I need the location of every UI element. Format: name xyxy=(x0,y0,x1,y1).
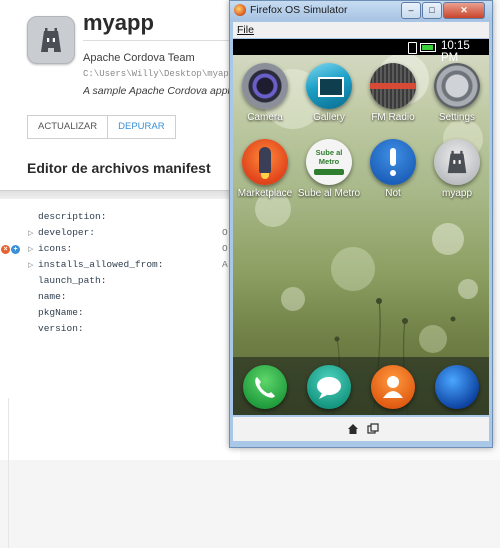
app-icon xyxy=(27,16,75,64)
add-property-icon[interactable]: + xyxy=(11,245,20,254)
app-label: FM Radio xyxy=(371,112,415,123)
contacts-icon[interactable] xyxy=(371,365,415,409)
manifest-row[interactable]: name: xyxy=(28,290,67,304)
app-gallery[interactable]: Gallery xyxy=(297,63,361,123)
window-title: Firefox OS Simulator xyxy=(250,4,348,16)
app-fm-radio[interactable]: FM Radio xyxy=(361,63,425,123)
close-button[interactable]: ✕ xyxy=(443,2,485,19)
expand-arrow-icon[interactable]: ▷ xyxy=(28,227,38,241)
cards-view-icon[interactable] xyxy=(367,423,379,435)
metro-icon: Sube al Metro xyxy=(306,139,352,185)
row-actions: × + xyxy=(1,245,20,254)
remove-property-icon[interactable]: × xyxy=(1,245,10,254)
app-marketplace[interactable]: Marketplace xyxy=(233,139,297,199)
manifest-row[interactable]: ▷ icons: O xyxy=(28,242,228,257)
gear-icon xyxy=(434,63,480,109)
manifest-key: description: xyxy=(38,211,107,222)
manifest-row[interactable]: launch_path: xyxy=(28,274,106,288)
maximize-button[interactable]: □ xyxy=(422,2,442,19)
signal-icon xyxy=(408,42,417,54)
phone-icon[interactable] xyxy=(243,365,287,409)
expand-arrow-icon[interactable]: ▷ xyxy=(28,243,38,257)
dock xyxy=(233,357,489,415)
editor-gutter xyxy=(0,398,9,548)
manifest-row[interactable]: description: xyxy=(28,210,106,224)
exclamation-icon xyxy=(370,139,416,185)
app-settings[interactable]: Settings xyxy=(425,63,489,123)
marketplace-icon xyxy=(242,139,288,185)
app-developer: Apache Cordova Team xyxy=(83,52,195,64)
radio-icon xyxy=(370,63,416,109)
manifest-row[interactable]: version: xyxy=(28,322,84,336)
manifest-key: name: xyxy=(38,291,67,302)
messages-icon[interactable] xyxy=(307,365,351,409)
simulator-toolbar xyxy=(233,417,489,441)
app-label: Camera xyxy=(247,112,283,123)
update-button[interactable]: ACTUALIZAR xyxy=(27,115,109,139)
app-label: myapp xyxy=(441,188,472,199)
manifest-key: developer: xyxy=(38,227,96,238)
browser-icon[interactable] xyxy=(435,365,479,409)
app-name: myapp xyxy=(83,10,154,35)
status-bar: 10:15 PM xyxy=(233,39,489,64)
manifest-key: launch_path: xyxy=(38,275,107,286)
manifest-value: A xyxy=(222,259,228,270)
manifest-row[interactable]: pkgName: xyxy=(28,306,84,320)
app-label: Gallery xyxy=(313,112,345,123)
manifest-key: pkgName: xyxy=(38,307,84,318)
manifest-key: icons: xyxy=(38,243,73,254)
app-label: Settings xyxy=(438,112,476,123)
battery-icon xyxy=(420,43,436,52)
app-path: C:\Users\Willy\Desktop\myapp xyxy=(83,69,233,79)
manifest-key: installs_allowed_from: xyxy=(38,259,164,270)
section-divider xyxy=(0,190,240,199)
app-label: Marketplace xyxy=(237,188,293,199)
app-camera[interactable]: Camera xyxy=(233,63,297,123)
window-titlebar[interactable]: Firefox OS Simulator – □ ✕ xyxy=(230,1,492,21)
expand-arrow-icon[interactable]: ▷ xyxy=(28,259,38,273)
status-time: 10:15 PM xyxy=(441,40,470,64)
menu-file[interactable]: File xyxy=(237,24,254,36)
menu-bar: File xyxy=(233,22,489,38)
manifest-value: O xyxy=(222,243,228,254)
app-label: Not xyxy=(385,188,401,199)
phone-homescreen[interactable]: 10:15 PM Camera Gallery FM Radio Setting… xyxy=(233,39,489,415)
metro-icon-text: Sube al Metro xyxy=(315,148,343,166)
manifest-value: O xyxy=(222,227,228,238)
app-myapp[interactable]: myapp xyxy=(425,139,489,199)
manifest-row[interactable]: ▷ developer: O xyxy=(28,226,228,241)
app-not[interactable]: Not xyxy=(361,139,425,199)
home-icon[interactable] xyxy=(347,423,359,435)
title-divider xyxy=(83,40,243,41)
app-label: Sube al Metro xyxy=(297,188,361,199)
manifest-editor-title: Editor de archivos manifest xyxy=(27,160,211,176)
manifest-row[interactable]: ▷ installs_allowed_from: A xyxy=(28,258,228,273)
app-actions: ACTUALIZAR DEPURAR xyxy=(27,115,176,139)
firefox-icon xyxy=(234,4,246,16)
app-sube-al-metro[interactable]: Sube al Metro Sube al Metro xyxy=(297,139,361,199)
app-description: A sample Apache Cordova application xyxy=(83,85,233,97)
app-header: myapp Apache Cordova Team C:\Users\Willy… xyxy=(0,0,243,190)
cordova-robot-icon xyxy=(434,139,480,185)
camera-icon xyxy=(242,63,288,109)
minimize-button[interactable]: – xyxy=(401,2,421,19)
simulator-window: Firefox OS Simulator – □ ✕ File 10:15 PM… xyxy=(229,0,493,448)
gallery-icon xyxy=(306,63,352,109)
cordova-robot-icon xyxy=(41,28,61,52)
manifest-key: version: xyxy=(38,323,84,334)
debug-button[interactable]: DEPURAR xyxy=(108,115,176,139)
